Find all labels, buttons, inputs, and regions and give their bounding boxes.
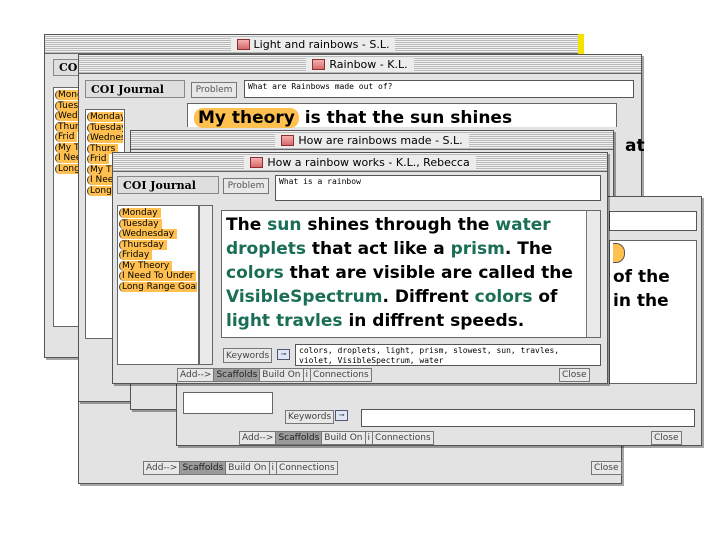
build-on-button[interactable]: Build On: [259, 368, 304, 382]
note-text-segment: . Diffrent: [382, 287, 475, 307]
keywords-label: Keywords: [223, 348, 273, 363]
connections-button[interactable]: Connections: [276, 461, 338, 475]
problem-field[interactable]: What is a rainbow: [275, 175, 601, 201]
connections-button[interactable]: Connections: [310, 368, 372, 382]
lower-list: [183, 392, 273, 414]
journal-item[interactable]: My Theory: [119, 260, 173, 271]
window-title: How are rainbows made - S.L.: [298, 133, 463, 147]
close-button[interactable]: Close: [591, 461, 622, 475]
keyword-text: sun: [267, 215, 302, 235]
theory-tag: My theory: [194, 108, 299, 128]
note-text-segment: of: [532, 287, 558, 307]
close-button[interactable]: Close: [651, 431, 682, 445]
journal-item[interactable]: Thursday: [119, 239, 167, 250]
window-title: Light and rainbows - S.L.: [253, 37, 390, 51]
keywords-field[interactable]: [361, 409, 695, 427]
document-icon: [236, 38, 250, 50]
note-text-segment: . The: [504, 239, 553, 259]
journal-item[interactable]: Tuesday: [87, 122, 123, 133]
problem-field[interactable]: [609, 211, 697, 231]
add-button[interactable]: Add-->: [177, 368, 215, 382]
note-scrollbar[interactable]: [586, 211, 600, 337]
keywords-label: Keywords: [285, 410, 335, 424]
titlebar[interactable]: Rainbow - K.L.: [79, 55, 641, 74]
keyword-key-icon[interactable]: ⊸: [277, 349, 290, 360]
journal-item[interactable]: I Need To Under: [119, 271, 197, 281]
titlebar[interactable]: How are rainbows made - S.L.: [131, 131, 613, 150]
journal-scrollbar[interactable]: [199, 205, 213, 365]
journal-item[interactable]: Frid: [55, 132, 78, 142]
note-text-partial-2: in the: [613, 291, 669, 311]
build-on-button[interactable]: Build On: [225, 461, 270, 475]
keyword-text: colors: [226, 263, 284, 283]
note-body[interactable]: My theory is that the sun shines: [187, 103, 617, 128]
note-text-segment: that are visible are called the: [283, 263, 573, 283]
note-body[interactable]: The sun shines through the water droplet…: [221, 210, 601, 338]
journal-item[interactable]: My T: [87, 164, 115, 175]
journal-item[interactable]: Monday: [119, 208, 161, 218]
journal-item[interactable]: Tuesday: [119, 218, 162, 229]
note-text-partial-1: of the: [613, 267, 670, 287]
journal-item[interactable]: Friday: [119, 250, 153, 260]
keyword-text: prism: [450, 239, 505, 259]
keyword-text: travles: [275, 311, 343, 331]
note-text-segment: The: [226, 215, 268, 235]
titlebar[interactable]: How a rainbow works - K.L., Rebecca: [113, 153, 607, 172]
keyword-key-icon[interactable]: ⊸: [335, 410, 349, 421]
build-on-button[interactable]: Build On: [321, 431, 366, 445]
keyword-text: VisibleSpectrum: [226, 287, 383, 307]
window-title: How a rainbow works - K.L., Rebecca: [267, 155, 470, 169]
journal-item[interactable]: Wednesd: [87, 133, 123, 143]
journal-item[interactable]: Frid: [87, 154, 110, 164]
journal-header: COI Journal: [85, 80, 185, 98]
scaffolds-button[interactable]: Scaffolds: [213, 368, 261, 382]
note-text: is that the sun shines: [298, 108, 513, 128]
journal-item[interactable]: Long: [87, 185, 115, 196]
journal-list: Monday Tuesday Wednesday Thursday Friday…: [117, 205, 199, 365]
bottom-toolbar: Add--> Scaffolds Build On i Connections: [143, 461, 338, 475]
journal-header: COI Journal: [117, 176, 219, 194]
note-text-segment: in diffrent speeds.: [342, 311, 525, 331]
journal-item[interactable]: Wed: [55, 111, 81, 121]
journal-item[interactable]: Wednesday: [119, 229, 178, 239]
scaffolds-button[interactable]: Scaffolds: [179, 461, 227, 475]
keywords-row: Keywords ⊸: [285, 410, 349, 424]
add-button[interactable]: Add-->: [239, 431, 277, 445]
window-how-a-rainbow-works[interactable]: How a rainbow works - K.L., Rebecca COI …: [112, 152, 608, 384]
keyword-text: colors: [474, 287, 533, 307]
close-button[interactable]: Close: [559, 368, 590, 382]
journal-item[interactable]: Long Range Goal: [119, 281, 197, 292]
titlebar[interactable]: Light and rainbows - S.L.: [45, 35, 581, 54]
add-button[interactable]: Add-->: [143, 461, 181, 475]
note-text: The sun shines through the water droplet…: [226, 213, 582, 333]
problem-field[interactable]: What are Rainbows made out of?: [244, 80, 634, 98]
connections-button[interactable]: Connections: [372, 431, 434, 445]
journal-item[interactable]: Monday: [87, 112, 123, 122]
bottom-toolbar: Add--> Scaffolds Build On i Connections: [177, 368, 372, 382]
keyword-text: light: [226, 311, 271, 331]
scaffolds-button[interactable]: Scaffolds: [275, 431, 323, 445]
document-icon: [281, 134, 295, 146]
note-text-partial: at: [625, 136, 645, 156]
problem-label: Problem: [191, 82, 237, 98]
keywords-field[interactable]: colors, droplets, light, prism, slowest,…: [295, 344, 601, 366]
problem-label: Problem: [223, 178, 269, 194]
document-icon: [250, 156, 264, 168]
window-title: Rainbow - K.L.: [329, 57, 408, 71]
document-icon: [312, 58, 326, 70]
note-text-segment: shines through the: [301, 215, 496, 235]
note-text-segment: that act like a: [306, 239, 451, 259]
bottom-toolbar: Add--> Scaffolds Build On i Connections: [239, 431, 434, 445]
